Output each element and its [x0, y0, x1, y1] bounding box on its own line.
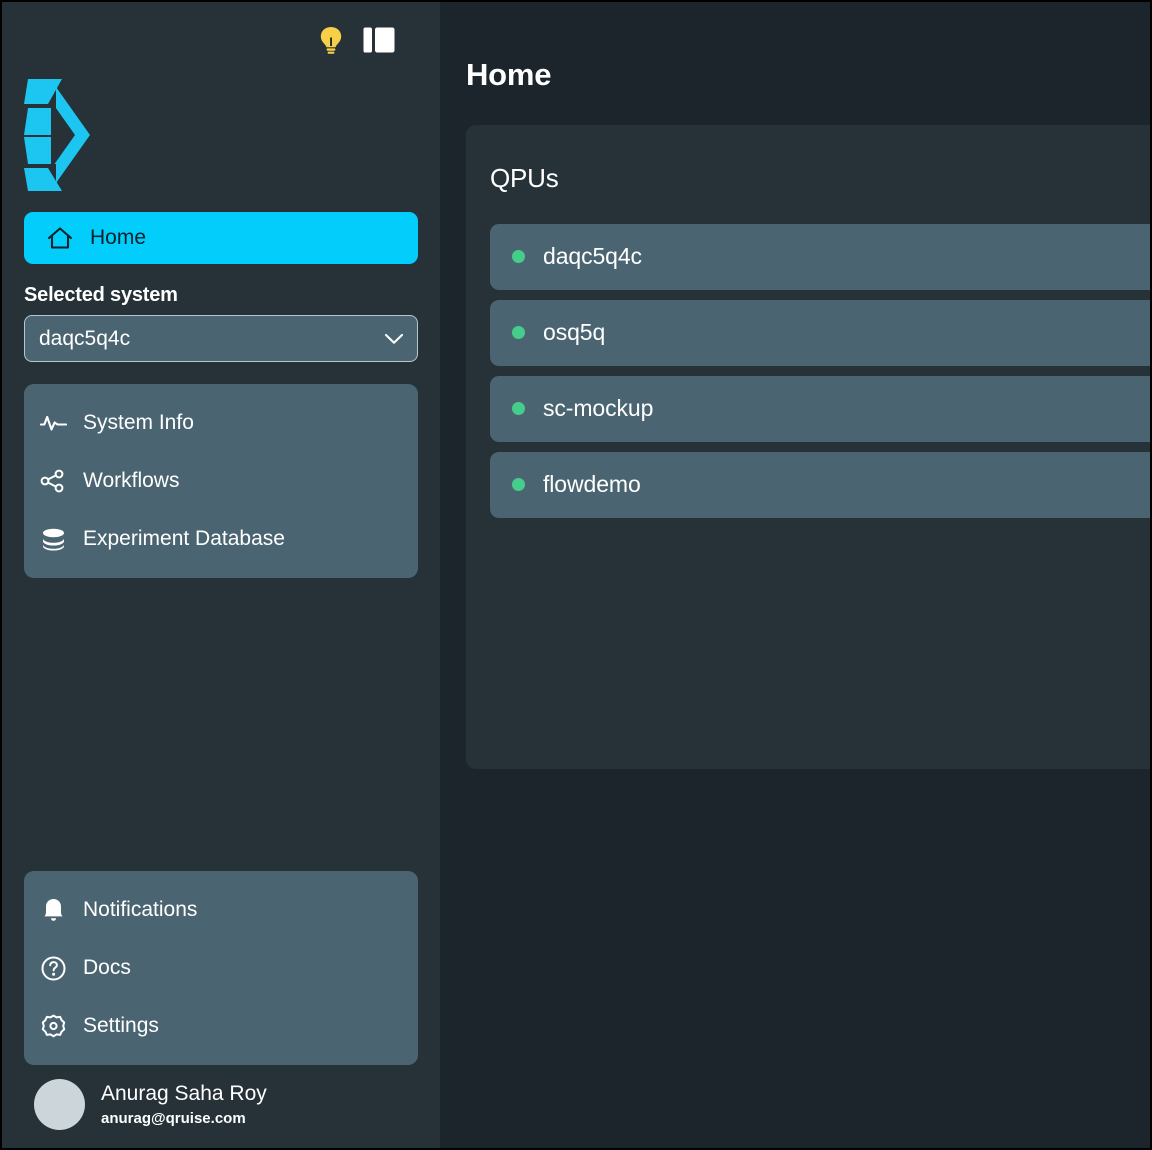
lightbulb-icon[interactable] — [316, 24, 346, 56]
gear-icon — [40, 1013, 67, 1040]
list-item[interactable]: sc-mockup — [490, 375, 1150, 442]
main-content: Home QPUs daqc5q4c osq5q sc-mockup flowd… — [440, 2, 1150, 1148]
qpu-name: flowdemo — [543, 471, 641, 498]
status-online-dot-icon — [512, 402, 525, 416]
primary-menu: System Info Workflows Experiment Databas… — [24, 384, 418, 578]
database-icon — [40, 526, 67, 553]
user-profile[interactable]: Anurag Saha Roy anurag@qruise.com — [24, 1065, 418, 1148]
user-email: anurag@qruise.com — [101, 1109, 246, 1127]
workflow-nodes-icon — [40, 468, 67, 495]
sidebar-top-actions — [24, 2, 418, 78]
qpu-name: daqc5q4c — [543, 243, 642, 270]
qpu-name: osq5q — [543, 319, 606, 346]
list-item[interactable]: osq5q — [490, 299, 1150, 366]
panel-left-icon[interactable] — [362, 25, 396, 55]
status-online-dot-icon — [512, 250, 525, 264]
selected-system-select[interactable]: daqc5q4c — [24, 315, 418, 362]
brand — [24, 79, 418, 191]
status-online-dot-icon — [512, 478, 525, 492]
sidebar-item-label: Notifications — [83, 898, 198, 921]
sidebar: Home Selected system daqc5q4c System Inf — [2, 2, 440, 1148]
qruise-dashboard-app: Home Selected system daqc5q4c System Inf — [0, 0, 1152, 1150]
sidebar-item-label: Docs — [83, 956, 131, 979]
status-online-dot-icon — [512, 326, 525, 340]
question-circle-icon — [40, 955, 67, 982]
qpu-name: sc-mockup — [543, 395, 654, 422]
qpus-card: QPUs daqc5q4c osq5q sc-mockup flowdemo — [466, 124, 1150, 769]
list-item[interactable]: daqc5q4c — [490, 223, 1150, 290]
sidebar-item-notifications[interactable]: Notifications — [24, 881, 418, 939]
qpu-list: daqc5q4c osq5q sc-mockup flowdemo — [466, 223, 1150, 518]
avatar — [34, 1079, 85, 1130]
home-icon — [46, 224, 74, 252]
page-title: Home — [466, 56, 552, 92]
sidebar-item-home-label: Home — [90, 226, 147, 249]
selected-system-label: Selected system — [24, 284, 178, 306]
sidebar-item-system-info[interactable]: System Info — [24, 394, 418, 452]
bell-icon — [40, 897, 67, 924]
user-text: Anurag Saha Roy anurag@qruise.com — [101, 1081, 267, 1129]
sidebar-item-label: Settings — [83, 1014, 159, 1037]
sidebar-item-settings[interactable]: Settings — [24, 997, 418, 1055]
sidebar-item-experiment-database[interactable]: Experiment Database — [24, 510, 418, 568]
selected-system-select-wrap: daqc5q4c — [24, 315, 418, 362]
user-name: Anurag Saha Roy — [101, 1081, 267, 1105]
sidebar-item-docs[interactable]: Docs — [24, 939, 418, 997]
list-item[interactable]: flowdemo — [490, 451, 1150, 518]
sidebar-item-home[interactable]: Home — [24, 212, 418, 264]
sidebar-item-label: System Info — [83, 411, 194, 434]
qruise-chevron-logo-icon — [24, 79, 94, 191]
secondary-menu: Notifications Docs Settings — [24, 871, 418, 1065]
sidebar-item-label: Workflows — [83, 469, 180, 492]
sidebar-item-label: Experiment Database — [83, 527, 285, 550]
activity-pulse-icon — [40, 410, 67, 437]
qpus-card-title: QPUs — [490, 162, 559, 193]
sidebar-item-workflows[interactable]: Workflows — [24, 452, 418, 510]
